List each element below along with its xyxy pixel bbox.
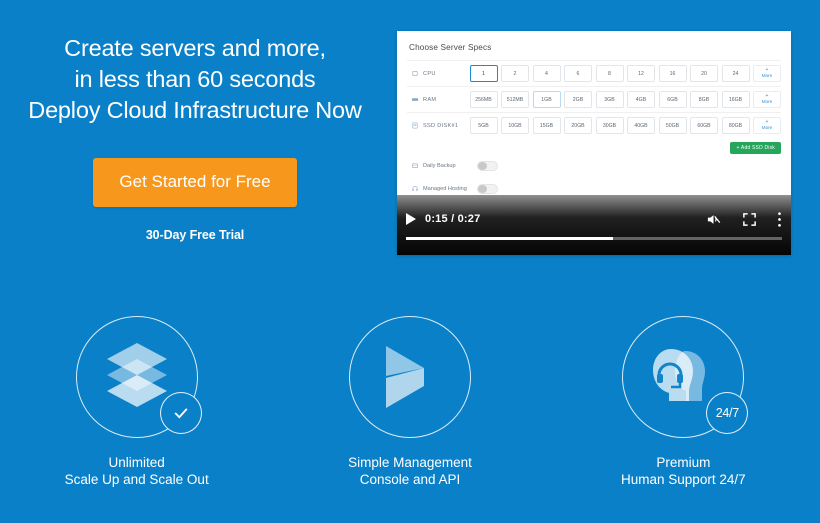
feature-premium-support: 24/7 Premium Human Support 24/7 (547, 316, 820, 488)
cpu-option[interactable]: 8 (595, 65, 624, 82)
kebab-menu-icon[interactable] (777, 211, 782, 228)
feature-icon-container: 24/7 (622, 316, 749, 438)
volume-muted-icon[interactable] (705, 212, 722, 227)
feature-title: Simple Management (348, 455, 472, 470)
spec-label-ram: RAM (407, 96, 470, 103)
headset-icon (411, 185, 419, 192)
add-ssd-disk-button[interactable]: + Add SSD Disk (730, 142, 781, 154)
ssd-option[interactable]: 40GB (627, 117, 655, 134)
managed-hosting-label: Managed Hosting (411, 185, 473, 192)
more-label: More (761, 73, 773, 79)
check-badge (159, 392, 202, 434)
ram-more-button[interactable]: + More (753, 91, 781, 108)
ram-option[interactable]: 6GB (658, 91, 687, 108)
ssd-option[interactable]: 60GB (690, 117, 718, 134)
more-label: More (761, 125, 773, 131)
cpu-option[interactable]: 12 (627, 65, 655, 82)
cpu-option[interactable]: 20 (690, 65, 718, 82)
spec-row-ram: RAM 256MB 512MB 1GB 2GB 3GB 4GB 6GB 8GB … (407, 86, 781, 112)
ssd-more-button[interactable]: + More (753, 117, 781, 134)
toggle-knob (478, 184, 487, 193)
chevron-arrow-icon (349, 316, 471, 438)
video-progress-bar[interactable] (406, 237, 782, 240)
toggle-knob (478, 161, 487, 170)
daily-backup-row: Daily Backup (407, 154, 781, 177)
fullscreen-icon[interactable] (742, 212, 757, 227)
feature-unlimited: Unlimited Scale Up and Scale Out (0, 316, 273, 488)
ssd-option[interactable]: 20GB (564, 117, 592, 134)
feature-caption: Unlimited Scale Up and Scale Out (0, 454, 273, 488)
ram-option[interactable]: 3GB (595, 91, 624, 108)
ram-option[interactable]: 256MB (469, 91, 498, 108)
ram-option[interactable]: 512MB (501, 91, 529, 108)
cpu-option[interactable]: 1 (469, 65, 498, 82)
page-title: Create servers and more, in less than 60… (0, 33, 390, 126)
feature-subtitle: Console and API (359, 472, 461, 487)
badge-label: 24/7 (715, 406, 739, 420)
cpu-options: 1 2 4 6 8 12 16 20 24 + More (469, 65, 781, 82)
server-specs-panel: Choose Server Specs CPU 1 2 4 6 8 12 16 … (397, 31, 791, 200)
ram-option[interactable]: 2GB (564, 91, 592, 108)
video-controls: 0:15 / 0:27 (397, 206, 791, 232)
feature-title: Premium (656, 455, 711, 470)
cpu-option[interactable]: 4 (532, 65, 561, 82)
cta-container: Get Started for Free 30-Day Free Trial (0, 158, 390, 242)
cpu-option[interactable]: 2 (501, 65, 529, 82)
backup-icon (411, 162, 419, 169)
cpu-option[interactable]: 6 (564, 65, 592, 82)
headline-line-3: Deploy Cloud Infrastructure Now (28, 97, 362, 123)
ram-option[interactable]: 8GB (690, 91, 718, 108)
ssd-option[interactable]: 30GB (595, 117, 624, 134)
cpu-icon (411, 70, 419, 77)
cpu-option[interactable]: 16 (658, 65, 687, 82)
free-trial-note: 30-Day Free Trial (145, 228, 245, 242)
spec-row-cpu: CPU 1 2 4 6 8 12 16 20 24 + More (407, 60, 781, 86)
headline-line-2: in less than 60 seconds (74, 66, 316, 92)
specs-title: Choose Server Specs (409, 43, 492, 52)
ssd-option[interactable]: 80GB (721, 117, 750, 134)
daily-backup-label: Daily Backup (411, 162, 473, 169)
feature-icon-container (75, 316, 202, 438)
ram-option[interactable]: 4GB (627, 91, 655, 108)
video-time-display: 0:15 / 0:27 (425, 213, 481, 225)
ram-options: 256MB 512MB 1GB 2GB 3GB 4GB 6GB 8GB 16GB… (469, 91, 781, 108)
add-disk-row: + Add SSD Disk (407, 138, 781, 154)
video-player[interactable]: Choose Server Specs CPU 1 2 4 6 8 12 16 … (397, 31, 791, 255)
features-section: Unlimited Scale Up and Scale Out Simple … (0, 316, 820, 488)
feature-simple-management: Simple Management Console and API (273, 316, 546, 488)
hero-section: Create servers and more, in less than 60… (0, 33, 390, 242)
ssd-option[interactable]: 10GB (501, 117, 529, 134)
get-started-button[interactable]: Get Started for Free (93, 158, 297, 207)
disk-icon (411, 122, 419, 129)
managed-hosting-toggle[interactable] (477, 183, 498, 194)
check-icon (174, 408, 188, 419)
ssd-options: 5GB 10GB 15GB 20GB 30GB 40GB 50GB 60GB 8… (469, 117, 781, 134)
feature-title: Unlimited (108, 455, 165, 470)
feature-subtitle: Scale Up and Scale Out (64, 472, 209, 487)
ram-option[interactable]: 1GB (532, 91, 561, 108)
ssd-option[interactable]: 15GB (532, 117, 561, 134)
headline-line-1: Create servers and more, (64, 35, 326, 61)
spec-label-cpu: CPU (407, 70, 470, 77)
cpu-option[interactable]: 24 (721, 65, 750, 82)
feature-icon-container (348, 316, 471, 438)
ssd-option[interactable]: 5GB (469, 117, 498, 134)
ram-icon (411, 96, 419, 103)
text-badge: 24/7 (706, 392, 749, 434)
cpu-more-button[interactable]: + More (753, 65, 781, 82)
feature-subtitle: Human Support 24/7 (621, 472, 746, 487)
spec-label-ssd-disk: SSD DISK#1 (407, 122, 470, 129)
feature-caption: Simple Management Console and API (273, 454, 546, 488)
ram-option[interactable]: 16GB (721, 91, 750, 108)
video-controls-right (705, 211, 782, 228)
video-controls-left: 0:15 / 0:27 (406, 213, 480, 225)
daily-backup-toggle[interactable] (477, 160, 498, 171)
video-progress-fill (406, 237, 613, 240)
ssd-option[interactable]: 50GB (658, 117, 687, 134)
more-label: More (761, 99, 773, 105)
feature-caption: Premium Human Support 24/7 (547, 454, 820, 488)
play-icon[interactable] (406, 213, 416, 225)
spec-row-ssd-disk: SSD DISK#1 5GB 10GB 15GB 20GB 30GB 40GB … (407, 112, 781, 138)
